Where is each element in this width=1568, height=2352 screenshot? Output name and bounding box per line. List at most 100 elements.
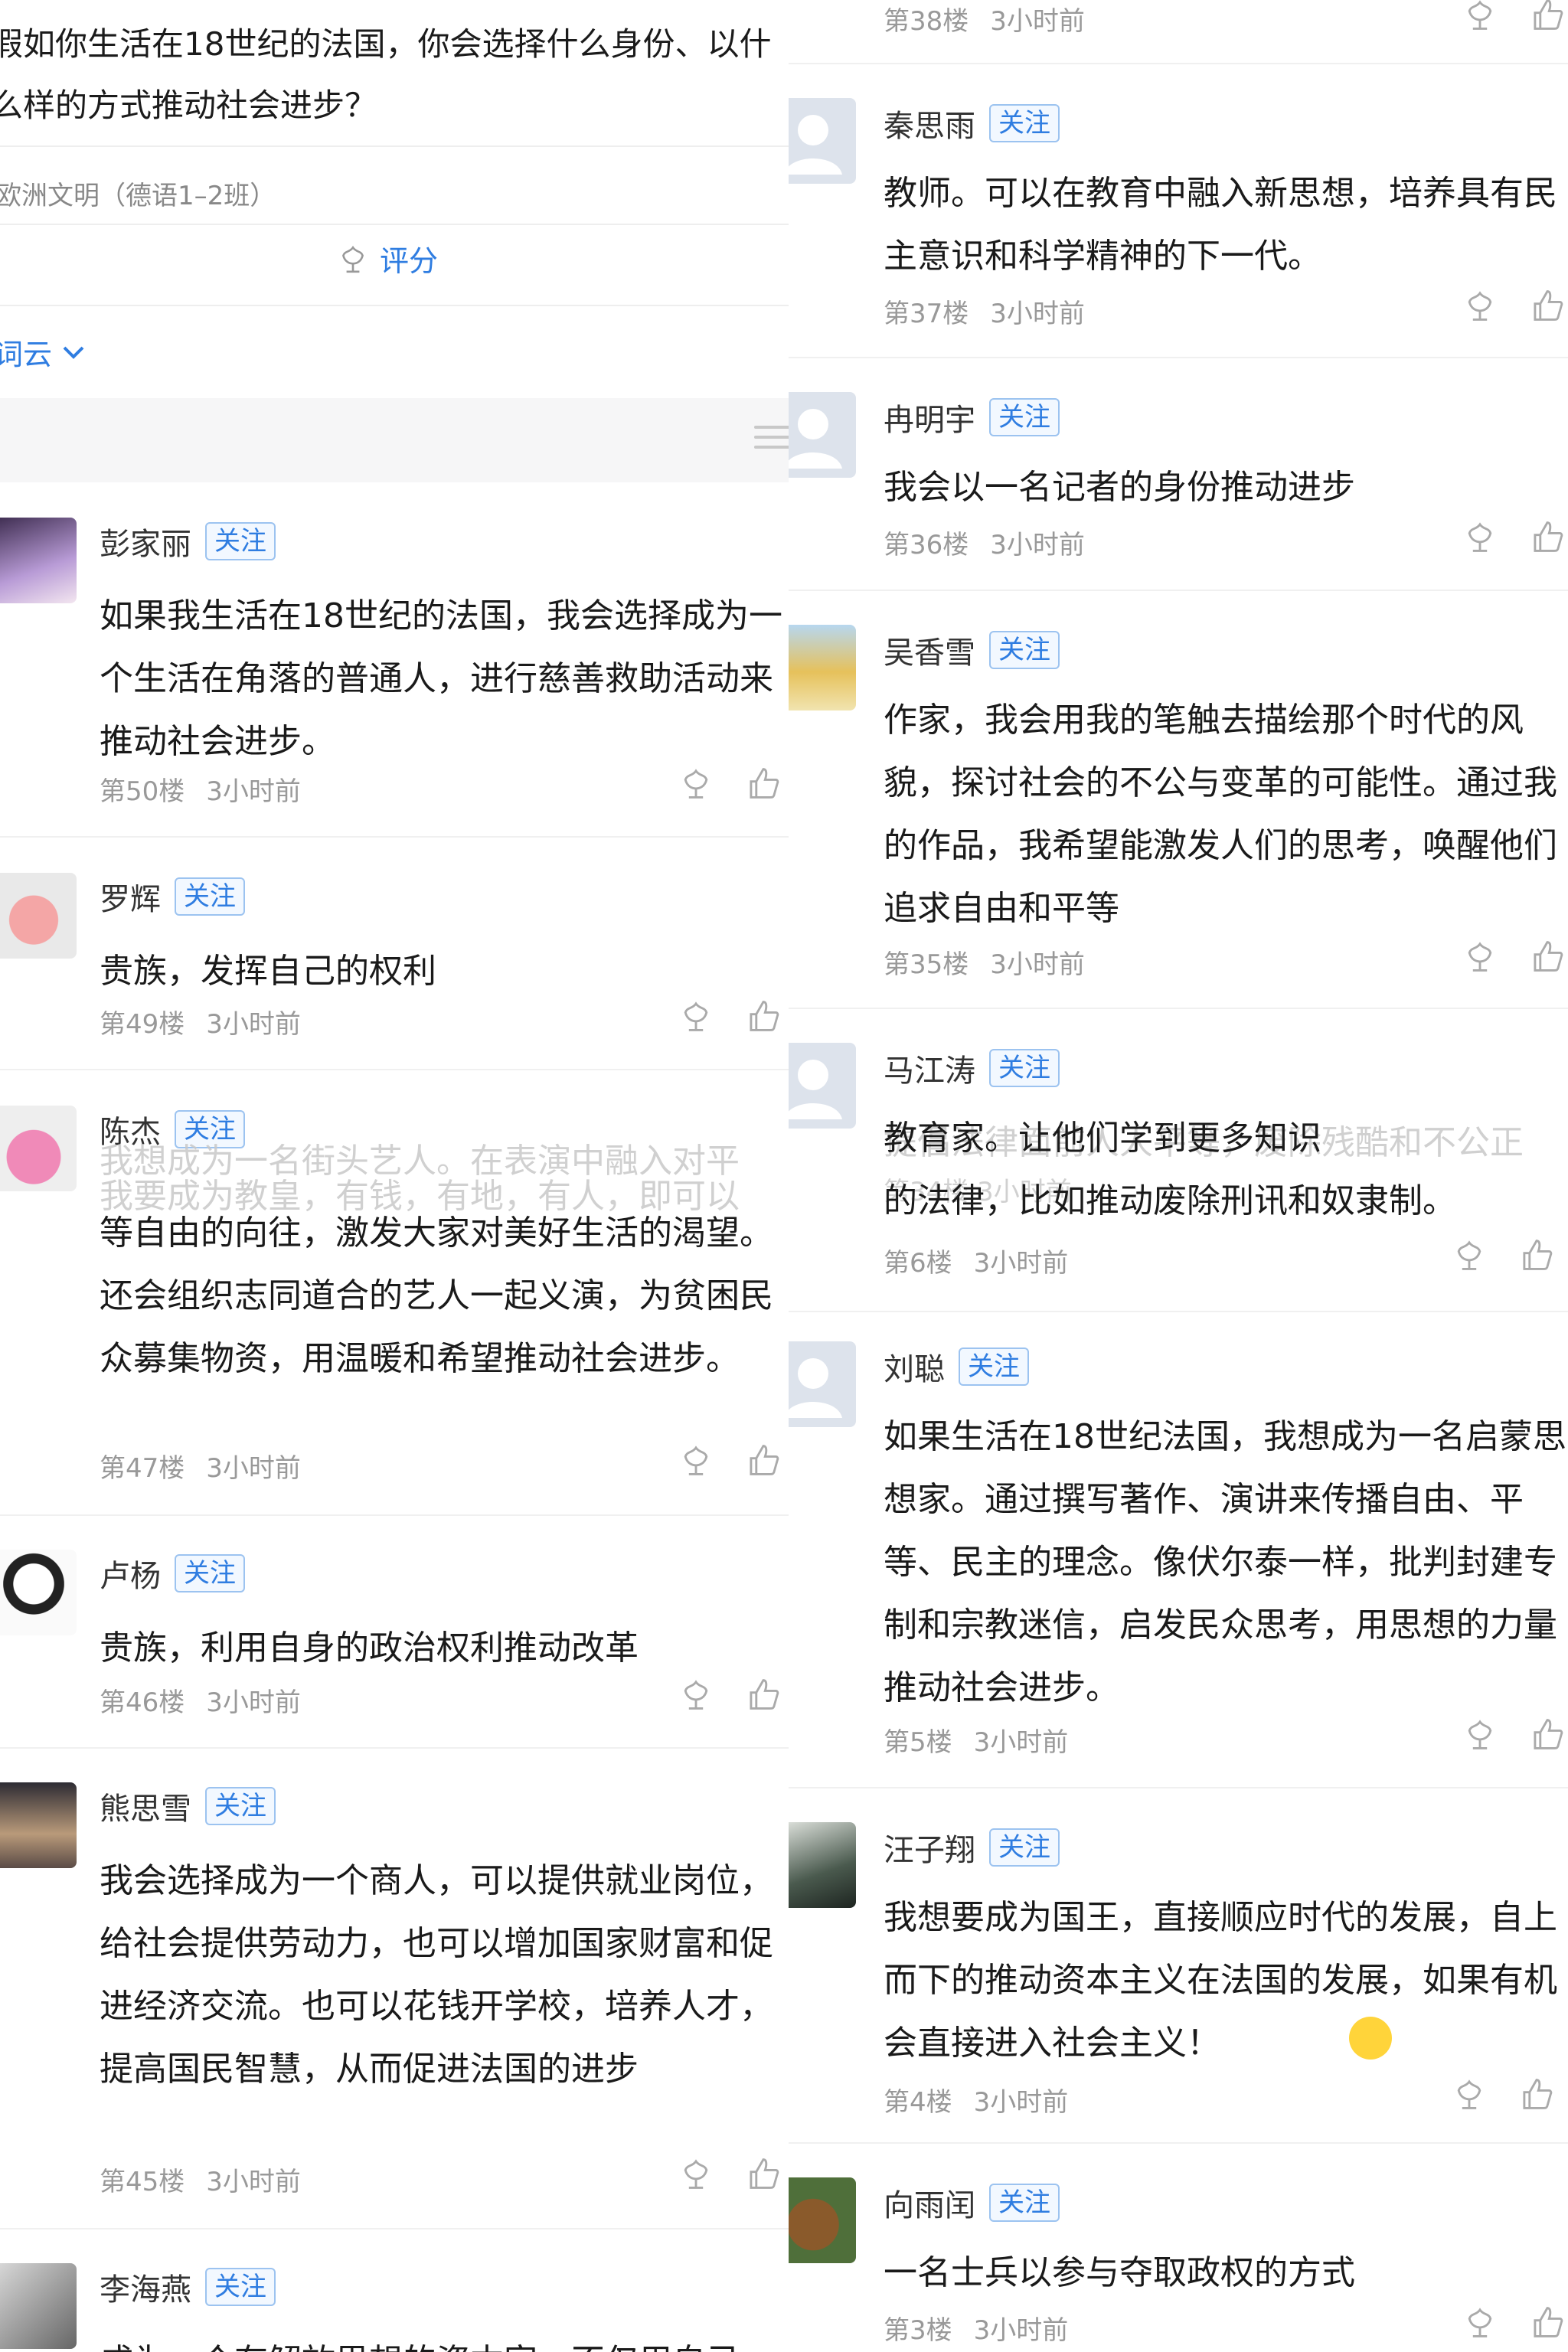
avatar[interactable] [0, 873, 77, 959]
flower-icon[interactable] [1462, 0, 1498, 32]
flower-icon[interactable] [1462, 1717, 1498, 1752]
comment-text: 我会以一名记者的身份推动进步 [884, 468, 1355, 507]
divider [0, 224, 789, 225]
follow-button[interactable]: 关注 [989, 631, 1060, 669]
floor-number: 第5楼 [884, 1727, 952, 1758]
thumb-up-icon[interactable] [1519, 1237, 1554, 1272]
user-name[interactable]: 彭家丽 [100, 519, 191, 564]
thumb-up-icon[interactable] [746, 766, 781, 801]
floor-number: 第37楼 [884, 299, 969, 329]
flower-icon[interactable] [1462, 939, 1498, 974]
user-name[interactable]: 汪子翔 [884, 1825, 975, 1870]
timestamp: 3小时前 [973, 1248, 1069, 1279]
question-title: 假如你生活在18世纪的法国，你会选择什么身份、以什么样的方式推动社会进步？ [0, 25, 772, 124]
timestamp: 3小时前 [990, 949, 1085, 980]
user-name[interactable]: 卢杨 [100, 1551, 161, 1596]
floor-number: 第38楼 [884, 6, 969, 37]
divider [0, 1069, 789, 1070]
user-name[interactable]: 马江涛 [884, 1046, 975, 1090]
flower-icon [342, 245, 364, 273]
menu-icon[interactable] [754, 426, 789, 456]
avatar[interactable] [0, 2263, 77, 2349]
flower-icon[interactable] [678, 998, 714, 1034]
flower-icon[interactable] [1462, 288, 1498, 323]
flower-icon[interactable] [678, 2156, 714, 2191]
avatar[interactable] [789, 1822, 856, 1908]
follow-button[interactable]: 关注 [175, 877, 245, 916]
avatar[interactable] [0, 1782, 77, 1868]
divider [0, 2228, 789, 2230]
wordcloud-label: 词云 [0, 338, 53, 371]
follow-button[interactable]: 关注 [989, 398, 1060, 436]
flower-icon[interactable] [678, 1677, 714, 1712]
flower-icon[interactable] [1452, 2076, 1487, 2112]
divider [789, 2142, 1568, 2144]
user-name[interactable]: 向雨闰 [884, 2180, 975, 2225]
follow-button[interactable]: 关注 [989, 104, 1060, 142]
follow-button[interactable]: 关注 [959, 1348, 1029, 1386]
follow-button[interactable]: 关注 [205, 2268, 276, 2306]
user-name[interactable]: 吴香雪 [884, 628, 975, 672]
comment-text: 成为一个有解放思想的资本家，不仅用自己 [100, 2331, 789, 2352]
avatar[interactable] [789, 1043, 856, 1129]
thumb-up-icon[interactable] [1530, 2305, 1565, 2340]
flower-icon[interactable] [1462, 519, 1498, 554]
floor-number: 第46楼 [100, 1687, 185, 1718]
flower-icon[interactable] [1462, 2305, 1498, 2340]
divider [789, 1008, 1568, 1009]
follow-button[interactable]: 关注 [989, 2184, 1060, 2222]
user-name[interactable]: 冉明宇 [884, 395, 975, 439]
floor-number: 第35楼 [884, 949, 969, 980]
follow-button[interactable]: 关注 [989, 1828, 1060, 1867]
follow-button[interactable]: 关注 [989, 1049, 1060, 1087]
follow-button[interactable]: 关注 [175, 1554, 245, 1592]
follow-button[interactable]: 关注 [205, 522, 276, 560]
avatar[interactable] [789, 2177, 856, 2263]
floor-number: 第50楼 [100, 776, 185, 807]
timestamp: 3小时前 [206, 776, 301, 807]
flower-icon[interactable] [678, 1442, 714, 1478]
comment-text: 我会选择成为一个商人，可以提供就业岗位，给社会提供劳动力，也可以增加国家财富和促… [100, 1861, 773, 2089]
flower-icon[interactable] [1452, 1237, 1487, 1272]
avatar[interactable] [789, 1341, 856, 1427]
divider [789, 1787, 1568, 1788]
avatar[interactable] [789, 392, 856, 478]
thumb-up-icon[interactable] [1530, 0, 1565, 32]
timestamp: 3小时前 [206, 1687, 301, 1718]
chevron-down-icon [63, 346, 84, 359]
section-gap [0, 398, 789, 482]
timestamp: 3小时前 [206, 1453, 301, 1484]
follow-button[interactable]: 关注 [205, 1787, 276, 1825]
rate-button[interactable]: 评分 [337, 237, 438, 279]
user-name[interactable]: 秦思雨 [884, 101, 975, 145]
thumb-up-icon[interactable] [746, 2156, 781, 2191]
thumb-up-icon[interactable] [1530, 519, 1565, 554]
user-name[interactable]: 熊思雪 [100, 1784, 191, 1828]
thumb-up-icon[interactable] [746, 998, 781, 1034]
avatar[interactable] [0, 518, 77, 603]
user-name[interactable]: 李海燕 [100, 2265, 191, 2309]
comment-text: 如果我生活在18世纪的法国，我会选择成为一个生活在角落的普通人，进行慈善救助活动… [100, 596, 782, 761]
divider [0, 836, 789, 838]
wordcloud-dropdown[interactable]: 词云 [0, 331, 87, 373]
avatar[interactable] [789, 98, 856, 184]
avatar[interactable] [789, 625, 856, 710]
thumb-up-icon[interactable] [1530, 288, 1565, 323]
avatar[interactable] [0, 1550, 77, 1635]
thumb-up-icon[interactable] [746, 1442, 781, 1478]
thumb-up-icon[interactable] [1530, 1717, 1565, 1752]
floor-number: 第49楼 [100, 1009, 185, 1040]
comment-text: 如果生活在18世纪法国，我想成为一名启蒙思想家。通过撰写著作、演讲来传播自由、平… [884, 1417, 1566, 1707]
floor-number: 第3楼 [884, 2315, 952, 2346]
thumb-up-icon[interactable] [746, 1677, 781, 1712]
thumb-up-icon[interactable] [1530, 939, 1565, 974]
timestamp: 3小时前 [973, 2087, 1069, 2118]
timestamp: 3小时前 [990, 299, 1085, 329]
avatar[interactable] [0, 1106, 77, 1191]
comment-text: 教育家。让他们学到更多知识 [884, 1119, 1321, 1158]
divider [0, 145, 789, 147]
flower-icon[interactable] [678, 766, 714, 801]
thumb-up-icon[interactable] [1519, 2076, 1554, 2112]
user-name[interactable]: 罗辉 [100, 874, 161, 919]
user-name[interactable]: 刘聪 [884, 1344, 945, 1389]
